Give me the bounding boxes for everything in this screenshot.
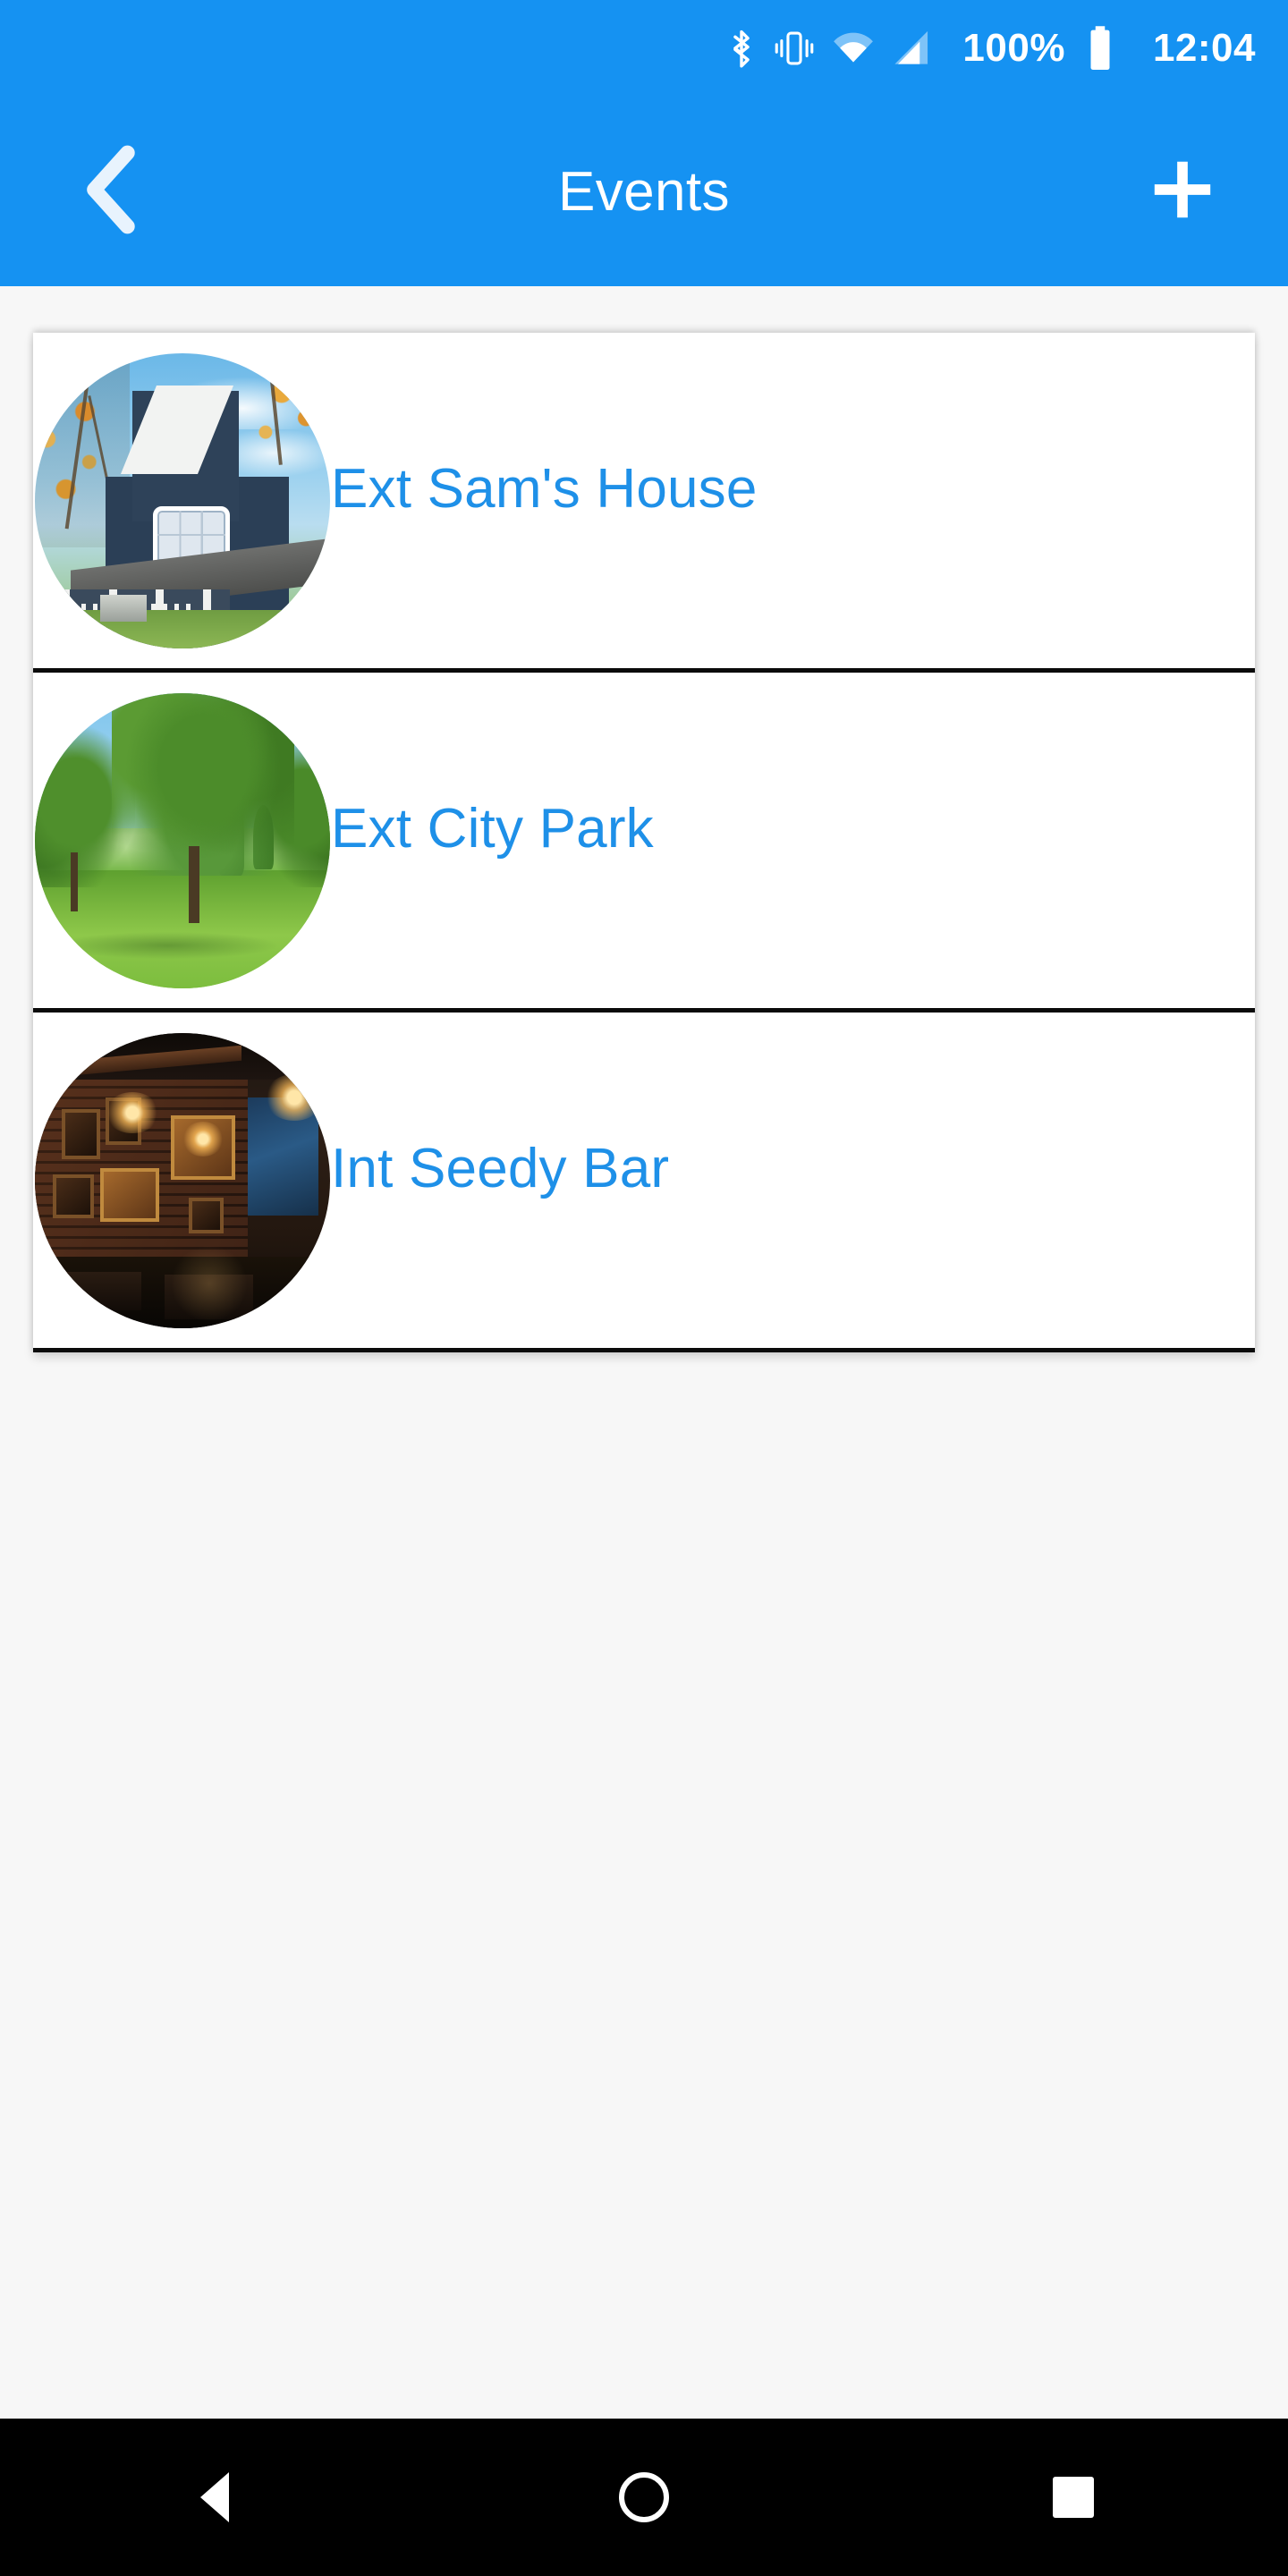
house-exterior-photo — [35, 352, 330, 648]
app-bar: Events — [0, 97, 1288, 286]
wifi-icon — [832, 30, 875, 67]
nav-back-button[interactable] — [136, 2419, 293, 2576]
status-bar-clock: 12:04 — [1152, 26, 1256, 70]
list-item[interactable]: Ext City Park — [33, 673, 1255, 1013]
add-event-button[interactable] — [1132, 141, 1233, 242]
plus-icon — [1148, 155, 1217, 229]
list-item-label: Int Seedy Bar — [331, 1138, 670, 1199]
status-bar: 100% 12:04 — [0, 0, 1288, 97]
status-bar-icons: 100% 12:04 — [726, 25, 1256, 72]
phone-screen: 100% 12:04 Events Ext Sam's House Ext Ci… — [0, 0, 1288, 2576]
nav-recents-button[interactable] — [995, 2419, 1152, 2576]
list-item-label: Ext City Park — [331, 798, 654, 860]
list-item[interactable]: Int Seedy Bar — [33, 1013, 1255, 1352]
list-item-label: Ext Sam's House — [331, 458, 758, 520]
recents-square-icon — [1053, 2477, 1094, 2518]
bluetooth-icon — [726, 28, 757, 69]
cellular-signal-icon — [891, 30, 930, 67]
battery-percent-label: 100% — [962, 26, 1065, 70]
back-triangle-icon — [200, 2472, 229, 2522]
bar-interior-photo — [35, 1032, 330, 1328]
page-title: Events — [558, 160, 730, 223]
system-navigation-bar — [0, 2419, 1288, 2576]
event-list-container: Ext Sam's House Ext City Park Int Seedy … — [0, 286, 1288, 1377]
list-item[interactable]: Ext Sam's House — [33, 333, 1255, 673]
event-list-card: Ext Sam's House Ext City Park Int Seedy … — [33, 333, 1255, 1352]
home-circle-icon — [619, 2472, 669, 2522]
nav-home-button[interactable] — [565, 2419, 723, 2576]
battery-icon — [1087, 25, 1114, 72]
city-park-photo — [35, 692, 330, 988]
vibrate-icon — [773, 29, 816, 68]
